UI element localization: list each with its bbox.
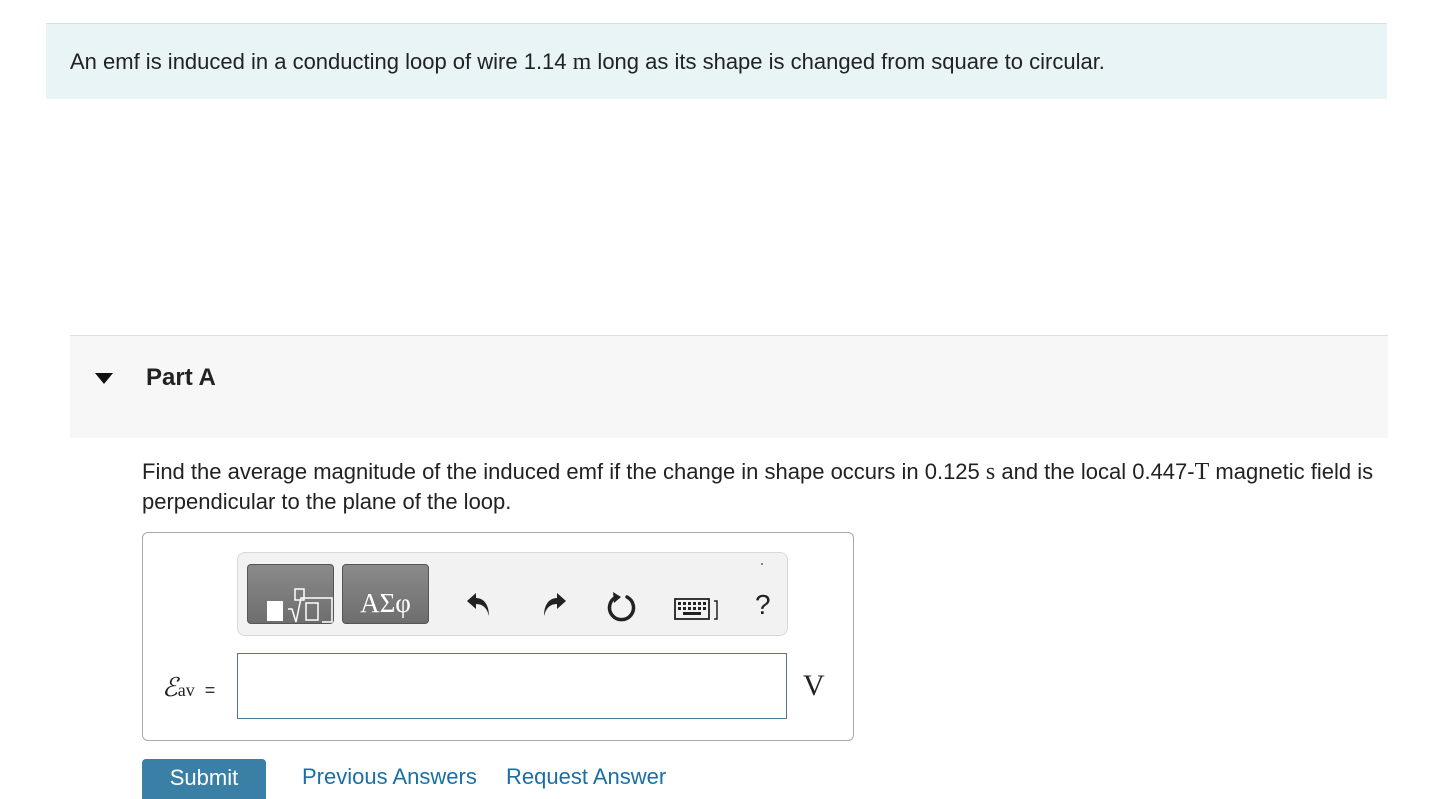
equals-sign: =: [204, 680, 216, 700]
question-unit-time: s: [985, 459, 996, 485]
answer-input[interactable]: [237, 653, 787, 719]
undo-icon[interactable]: [465, 589, 495, 621]
part-a-header[interactable]: Part A: [70, 335, 1388, 438]
keyboard-icon[interactable]: [674, 597, 720, 621]
collapse-caret-icon[interactable]: [95, 373, 113, 384]
reset-icon[interactable]: [605, 589, 639, 625]
redo-icon[interactable]: [538, 589, 568, 621]
math-toolbar: ΑΣφ ?: [237, 552, 788, 636]
intro-text-after: long as its shape is changed from square…: [591, 49, 1105, 74]
submit-button[interactable]: Submit: [142, 759, 266, 799]
answer-box: ΑΣφ ? ℰav = V: [142, 532, 854, 741]
templates-button[interactable]: [247, 564, 334, 624]
problem-intro-text: An emf is induced in a conducting loop o…: [70, 48, 1105, 76]
help-button[interactable]: ?: [755, 591, 771, 619]
request-answer-link[interactable]: Request Answer: [506, 766, 666, 788]
question-text-2: and the local 0.447-: [995, 459, 1195, 484]
answer-unit: V: [803, 669, 825, 702]
problem-intro: An emf is induced in a conducting loop o…: [46, 23, 1387, 99]
intro-text-before: An emf is induced in a conducting loop o…: [70, 49, 573, 74]
answer-variable-label: ℰav =: [162, 673, 215, 703]
question-text-1: Find the average magnitude of the induce…: [142, 459, 986, 484]
symbols-button[interactable]: ΑΣφ: [342, 564, 429, 624]
previous-answers-link[interactable]: Previous Answers: [302, 766, 477, 788]
templates-icon: [267, 588, 333, 623]
part-title: Part A: [146, 364, 216, 391]
symbols-label: ΑΣφ: [360, 588, 411, 618]
toolbar-dot: [761, 563, 763, 565]
emf-subscript: av: [177, 680, 195, 700]
intro-unit: m: [572, 49, 592, 75]
emf-symbol: ℰ: [162, 673, 178, 702]
question-text: Find the average magnitude of the induce…: [142, 457, 1392, 516]
question-unit-field: T: [1194, 459, 1210, 485]
